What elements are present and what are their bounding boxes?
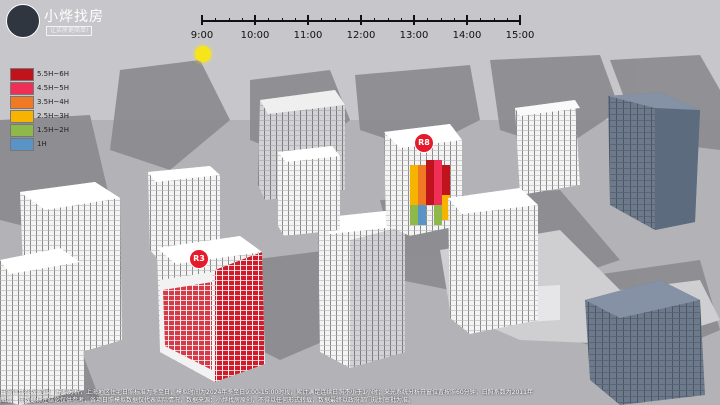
timeline-label: 15:00 — [505, 30, 535, 41]
legend-label: 3.5H~4H — [37, 98, 69, 106]
brand-subtitle: 让买房更简单! — [46, 26, 93, 36]
legend-swatch — [10, 109, 34, 123]
timeline-minor-tick — [321, 18, 323, 22]
building-tag-r8[interactable]: R8 — [414, 133, 434, 153]
timeline-label: 10:00 — [240, 30, 270, 41]
timeline-minor-tick — [228, 18, 230, 22]
timeline-minor-tick — [480, 18, 482, 22]
timeline-minor-tick — [453, 18, 455, 22]
timeline-minor-tick — [268, 18, 270, 22]
timeline-label: 12:00 — [346, 30, 376, 41]
legend-label: 2.5H~3H — [37, 112, 69, 120]
timeline-minor-tick — [241, 18, 243, 22]
timeline-minor-tick — [493, 18, 495, 22]
footer-line-1: 日照计算参数:范围：模拟分析，上海地区住宅日照标准为冬至日，模拟时间为2024年… — [0, 389, 533, 396]
timeline-minor-tick — [294, 18, 296, 22]
brand-name: 小烨找房 — [44, 9, 104, 25]
timeline-minor-tick — [440, 18, 442, 22]
legend-item: 2.5H~3H — [10, 109, 70, 123]
logo-mark-icon — [6, 4, 40, 38]
legend-swatch — [10, 137, 34, 151]
building-center-back — [278, 146, 340, 236]
timeline-minor-tick — [400, 18, 402, 22]
sunlight-legend: 5.5H~6H 4.5H~5H 3.5H~4H 2.5H~3H 1.5H~2H 1H — [10, 67, 70, 151]
legend-label: 5.5H~6H — [37, 70, 69, 78]
timeline-label: 14:00 — [452, 30, 482, 41]
sun-icon[interactable] — [195, 46, 211, 62]
legend-swatch — [10, 67, 34, 81]
footer-line-2: 图示：该数据标注结论仅供参考，各项日照模拟数据仅代表实际情况，数据来源：小烨找房… — [0, 397, 415, 404]
time-slider[interactable]: 9:00 10:00 11:00 12:00 13:00 14:00 15:00 — [191, 12, 534, 48]
timeline-label: 9:00 — [190, 30, 214, 41]
legend-swatch — [10, 123, 34, 137]
building-tag-r3[interactable]: R3 — [189, 249, 209, 269]
3d-scene — [0, 0, 720, 405]
timeline-tick — [413, 15, 415, 25]
brand-logo: 小烨找房 让买房更简单! — [6, 4, 136, 38]
timeline-minor-tick — [347, 18, 349, 22]
timeline-minor-tick — [281, 18, 283, 22]
timeline-label: 11:00 — [293, 30, 323, 41]
legend-item: 5.5H~6H — [10, 67, 70, 81]
building-blue-right — [608, 92, 700, 230]
building-center — [318, 210, 405, 368]
timeline-tick — [466, 15, 468, 25]
legend-item: 4.5H~5H — [10, 81, 70, 95]
timeline-minor-tick — [427, 18, 429, 22]
legend-label: 1.5H~2H — [37, 126, 69, 134]
timeline-tick — [307, 15, 309, 25]
timeline-minor-tick — [215, 18, 217, 22]
footer-note: 日照计算参数:范围：模拟分析，上海地区住宅日照标准为冬至日，模拟时间为2024年… — [0, 389, 720, 405]
timeline-minor-tick — [387, 18, 389, 22]
legend-label: 4.5H~5H — [37, 84, 69, 92]
building-far-2 — [515, 100, 580, 195]
timeline-tick — [254, 15, 256, 25]
timeline-minor-tick — [334, 18, 336, 22]
timeline-tick — [201, 15, 203, 25]
timeline-tick — [519, 15, 521, 25]
legend-item: 1H — [10, 137, 70, 151]
building-right-white — [448, 188, 538, 334]
building-blue-bottom — [585, 280, 705, 405]
legend-label: 1H — [37, 140, 47, 148]
timeline-minor-tick — [374, 18, 376, 22]
legend-swatch — [10, 81, 34, 95]
timeline-tick — [360, 15, 362, 25]
legend-swatch — [10, 95, 34, 109]
timeline-label: 13:00 — [399, 30, 429, 41]
legend-item: 1.5H~2H — [10, 123, 70, 137]
timeline-minor-tick — [506, 18, 508, 22]
legend-item: 3.5H~4H — [10, 95, 70, 109]
